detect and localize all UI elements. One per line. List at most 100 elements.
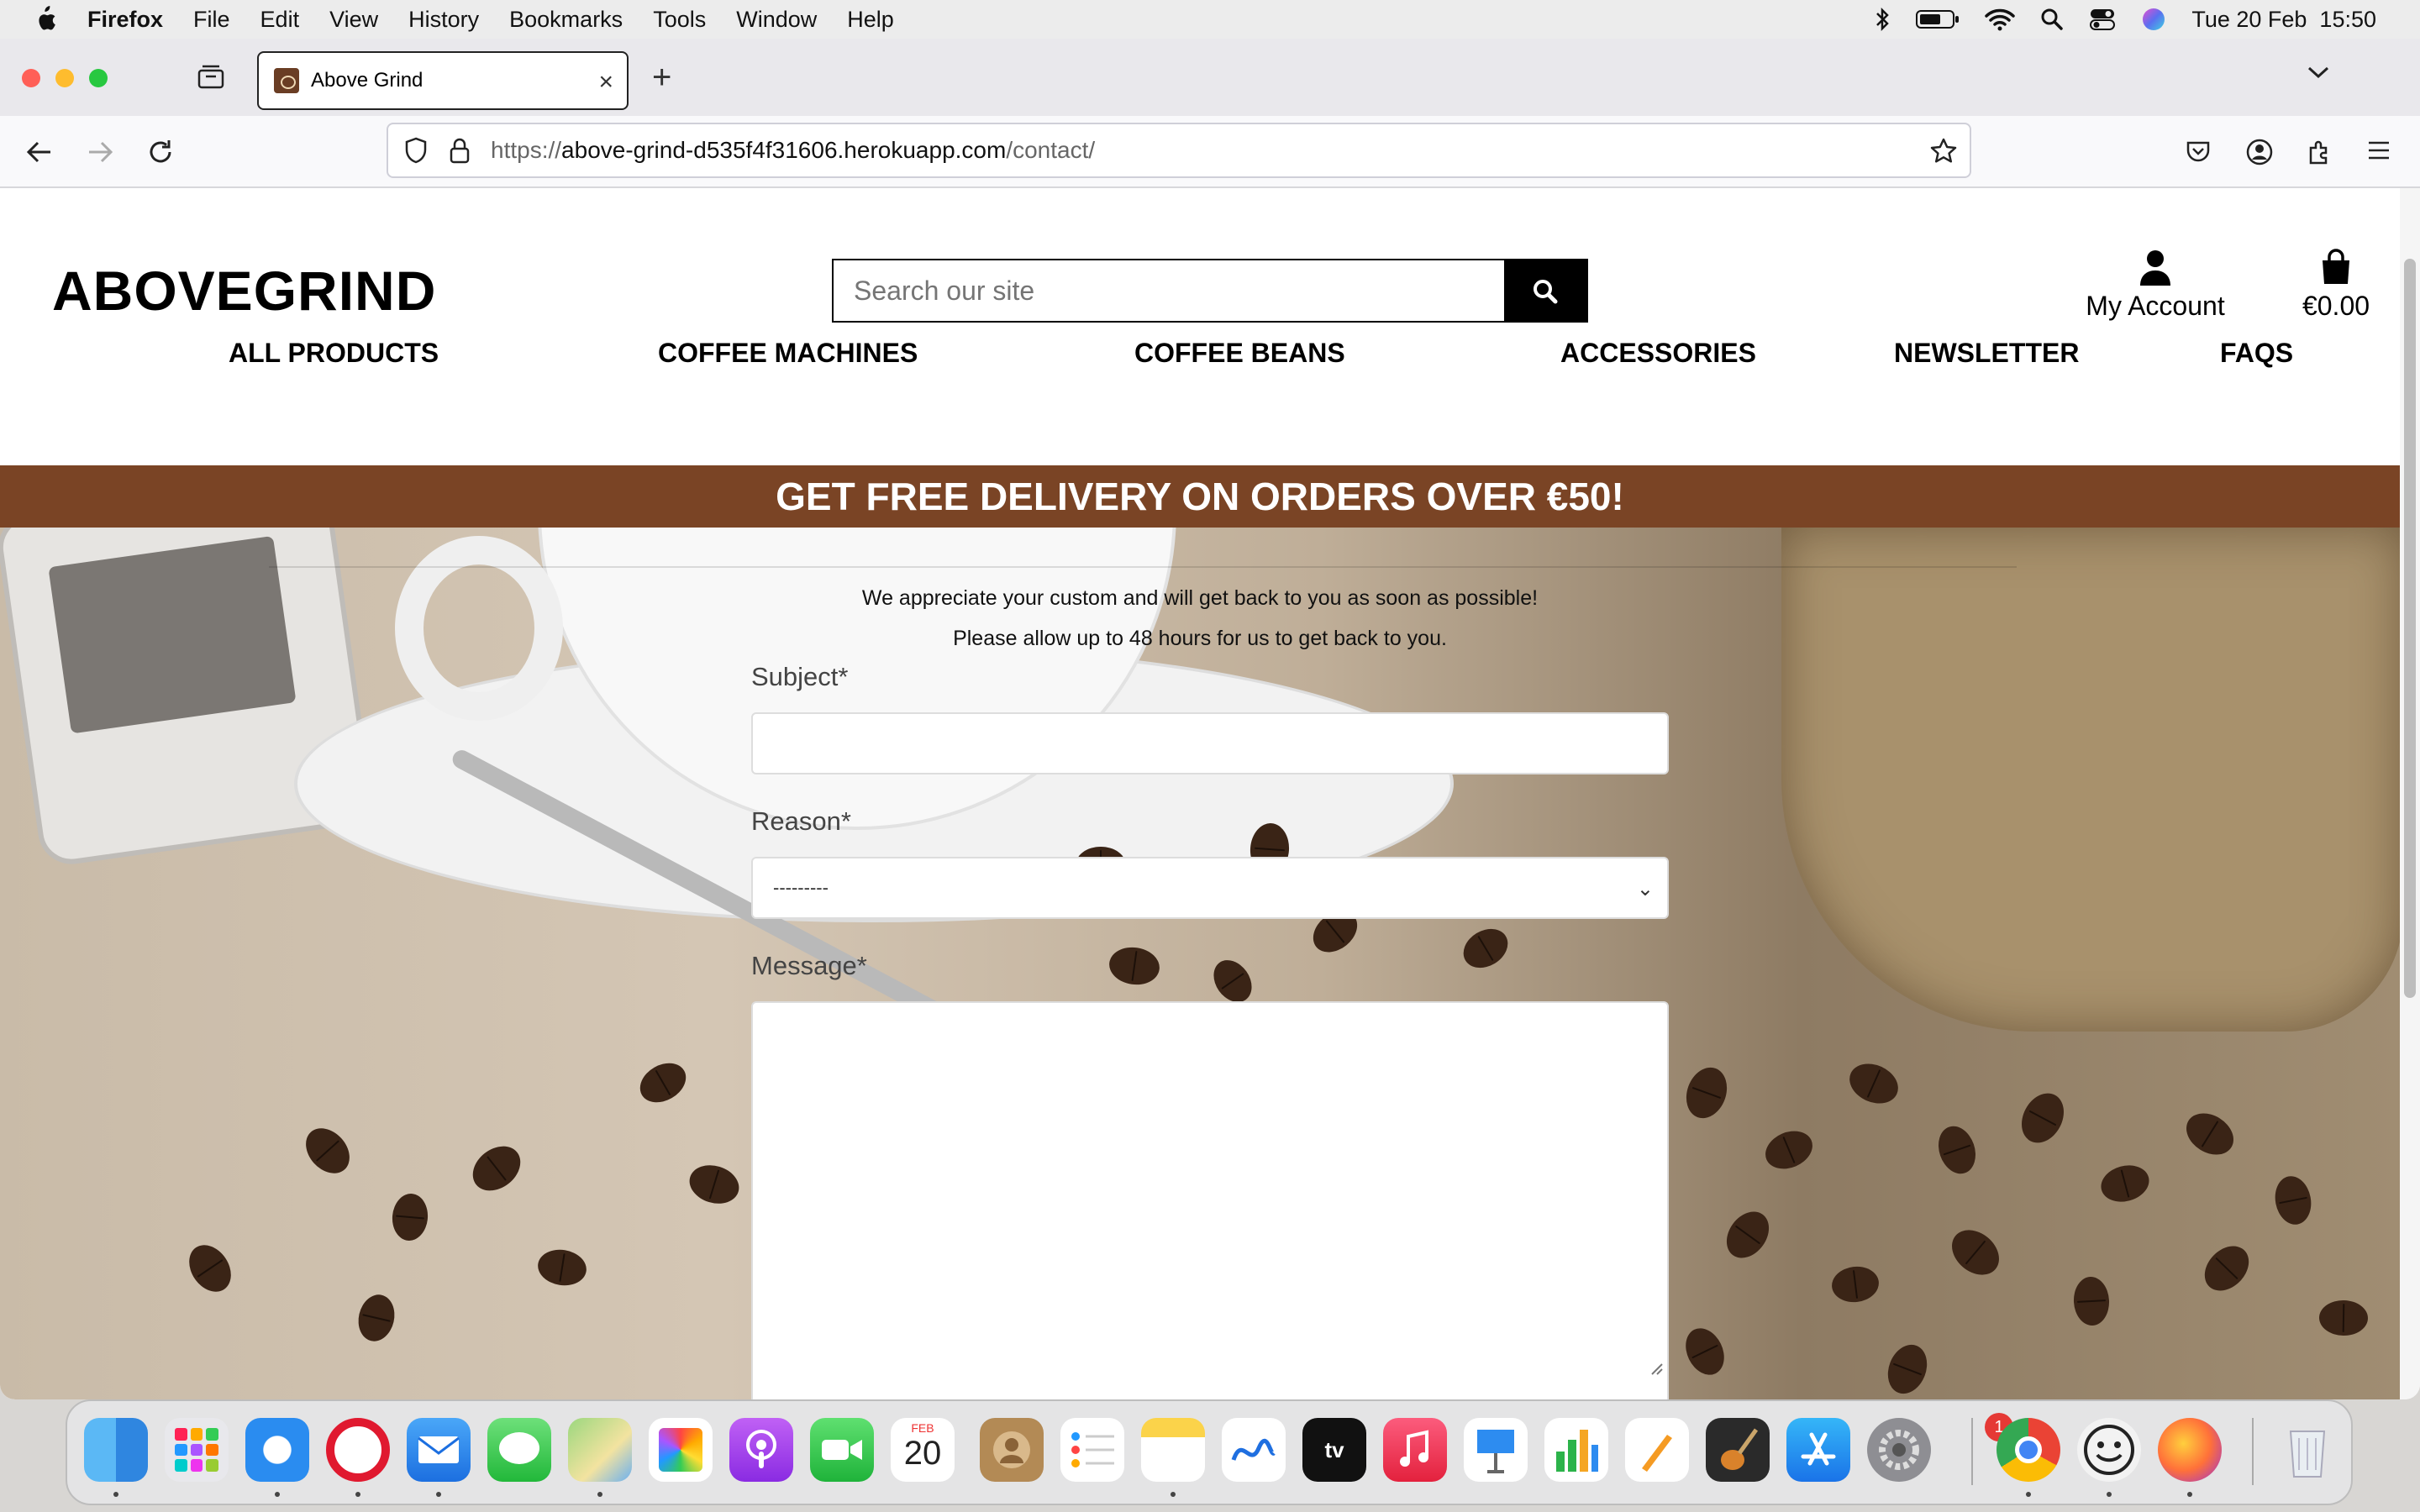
- safari-compass-icon[interactable]: [245, 1418, 309, 1482]
- chrome-icon[interactable]: [1996, 1418, 2060, 1482]
- dock-separator: [1971, 1418, 1973, 1485]
- web-page: ABOVEGRIND My Account €0.00 ALL PRODUCTS…: [0, 188, 2400, 1399]
- menubar-clock[interactable]: Tue 20 Feb 15:50: [2191, 7, 2376, 33]
- firefox-icon[interactable]: [2158, 1418, 2222, 1482]
- my-account-label: My Account: [2086, 291, 2225, 321]
- control-center-icon[interactable]: [2089, 8, 2116, 31]
- pocket-icon[interactable]: [2185, 138, 2212, 165]
- menu-help[interactable]: Help: [847, 7, 894, 33]
- resize-handle-icon[interactable]: [1649, 1361, 1664, 1376]
- reminders-icon[interactable]: [1060, 1418, 1124, 1482]
- spotlight-search-icon[interactable]: [2040, 8, 2064, 31]
- finder-icon[interactable]: [84, 1418, 148, 1482]
- facetime-icon[interactable]: [810, 1418, 874, 1482]
- macos-menubar: Firefox File Edit View History Bookmarks…: [0, 0, 2420, 39]
- user-icon: [2140, 250, 2170, 286]
- shopping-bag-link[interactable]: €0.00: [2294, 249, 2378, 322]
- scrollbar-thumb[interactable]: [2404, 259, 2416, 998]
- nav-coffee-beans[interactable]: COFFEE BEANS: [1134, 338, 1345, 369]
- chevron-down-icon: ⌄: [1636, 878, 1654, 900]
- menu-edit[interactable]: Edit: [260, 7, 300, 33]
- tab-active[interactable]: Above Grind ×: [257, 51, 629, 110]
- my-account-link[interactable]: My Account: [2084, 249, 2227, 322]
- nav-coffee-machines[interactable]: COFFEE MACHINES: [658, 338, 918, 369]
- photos-icon[interactable]: [649, 1418, 713, 1482]
- tab-title: Above Grind: [311, 69, 424, 92]
- menu-app-name[interactable]: Firefox: [87, 7, 163, 33]
- url-text[interactable]: https://above-grind-d535f4f31606.herokua…: [491, 137, 1095, 164]
- dock-separator-trash: [2252, 1418, 2254, 1485]
- wifi-icon[interactable]: [1985, 8, 2016, 31]
- tab-close-icon[interactable]: ×: [598, 68, 613, 97]
- nav-all-products[interactable]: ALL PRODUCTS: [229, 338, 439, 369]
- hamburger-menu-icon[interactable]: [2366, 138, 2391, 163]
- bag-total: €0.00: [2302, 291, 2370, 321]
- subject-input[interactable]: [751, 712, 1669, 774]
- maps-icon[interactable]: [568, 1418, 632, 1482]
- menu-view[interactable]: View: [329, 7, 378, 33]
- app-store-icon[interactable]: [1786, 1418, 1850, 1482]
- music-icon[interactable]: [1383, 1418, 1447, 1482]
- menu-history[interactable]: History: [408, 7, 479, 33]
- messages-icon[interactable]: [487, 1418, 551, 1482]
- navigation-toolbar: https://above-grind-d535f4f31606.herokua…: [0, 116, 2420, 188]
- address-bar[interactable]: https://above-grind-d535f4f31606.herokua…: [387, 123, 1971, 178]
- list-all-tabs-chevron-icon[interactable]: [2306, 64, 2331, 81]
- macos-dock: FEB 20 tv 1: [66, 1399, 2353, 1505]
- browser-window: Above Grind × + https://above-grind-d535…: [0, 39, 2420, 1399]
- account-circle-icon[interactable]: [2245, 138, 2274, 166]
- contact-intro-line-2: Please allow up to 48 hours for us to ge…: [953, 627, 1447, 650]
- bookmark-star-icon[interactable]: [1929, 137, 1958, 165]
- nav-faqs[interactable]: FAQS: [2220, 338, 2293, 369]
- minimize-window-button[interactable]: [55, 69, 74, 87]
- calendar-month: FEB: [911, 1421, 934, 1435]
- nav-accessories[interactable]: ACCESSORIES: [1560, 338, 1756, 369]
- launchpad-icon[interactable]: [165, 1418, 229, 1482]
- battery-icon[interactable]: [1916, 8, 1960, 30]
- notes-icon[interactable]: [1141, 1418, 1205, 1482]
- emoji-smiley-icon[interactable]: [2077, 1418, 2141, 1482]
- podcasts-icon[interactable]: [729, 1418, 793, 1482]
- opera-icon[interactable]: [326, 1418, 390, 1482]
- lock-icon[interactable]: [449, 137, 471, 164]
- tracking-protection-shield-icon[interactable]: [403, 136, 429, 165]
- url-host: above-grind-d535f4f31606.herokuapp.com: [561, 137, 1007, 163]
- new-tab-button[interactable]: +: [652, 60, 671, 94]
- site-search-form: [832, 259, 1588, 323]
- trash-icon[interactable]: [2275, 1418, 2339, 1482]
- bluetooth-icon[interactable]: [1874, 7, 1891, 32]
- page-scrollbar[interactable]: [2400, 188, 2420, 1399]
- mail-icon[interactable]: [407, 1418, 471, 1482]
- garageband-icon[interactable]: [1706, 1418, 1770, 1482]
- message-textarea[interactable]: [751, 1001, 1669, 1399]
- reload-icon[interactable]: [146, 138, 175, 166]
- calendar-icon[interactable]: FEB 20: [891, 1418, 955, 1482]
- keynote-icon[interactable]: [1464, 1418, 1528, 1482]
- menu-window[interactable]: Window: [736, 7, 817, 33]
- menu-bookmarks[interactable]: Bookmarks: [509, 7, 623, 33]
- freeform-icon[interactable]: [1222, 1418, 1286, 1482]
- menu-tools[interactable]: Tools: [653, 7, 706, 33]
- zoom-window-button[interactable]: [89, 69, 108, 87]
- back-arrow-icon[interactable]: [25, 138, 54, 166]
- pages-icon[interactable]: [1625, 1418, 1689, 1482]
- siri-icon[interactable]: [2141, 7, 2166, 32]
- system-settings-gear-icon[interactable]: [1867, 1418, 1931, 1482]
- contact-intro-line-1: We appreciate your custom and will get b…: [861, 586, 1539, 610]
- apple-tv-icon[interactable]: tv: [1302, 1418, 1366, 1482]
- site-search-button[interactable]: [1504, 260, 1586, 323]
- site-search-input[interactable]: [834, 260, 1504, 321]
- apple-icon[interactable]: [32, 5, 57, 34]
- contacts-icon[interactable]: [980, 1418, 1044, 1482]
- menu-file[interactable]: File: [193, 7, 230, 33]
- site-logo[interactable]: ABOVEGRIND: [52, 259, 436, 323]
- firefox-view-icon[interactable]: [197, 64, 225, 91]
- numbers-icon[interactable]: [1544, 1418, 1608, 1482]
- extensions-icon[interactable]: [2306, 138, 2334, 166]
- reason-select[interactable]: --------- ⌄: [751, 857, 1669, 919]
- url-path: /contact/: [1006, 137, 1096, 163]
- nav-newsletter[interactable]: NEWSLETTER: [1894, 338, 2079, 369]
- close-window-button[interactable]: [22, 69, 40, 87]
- tab-bar: Above Grind × +: [0, 39, 2420, 116]
- forward-arrow-icon[interactable]: [86, 138, 114, 166]
